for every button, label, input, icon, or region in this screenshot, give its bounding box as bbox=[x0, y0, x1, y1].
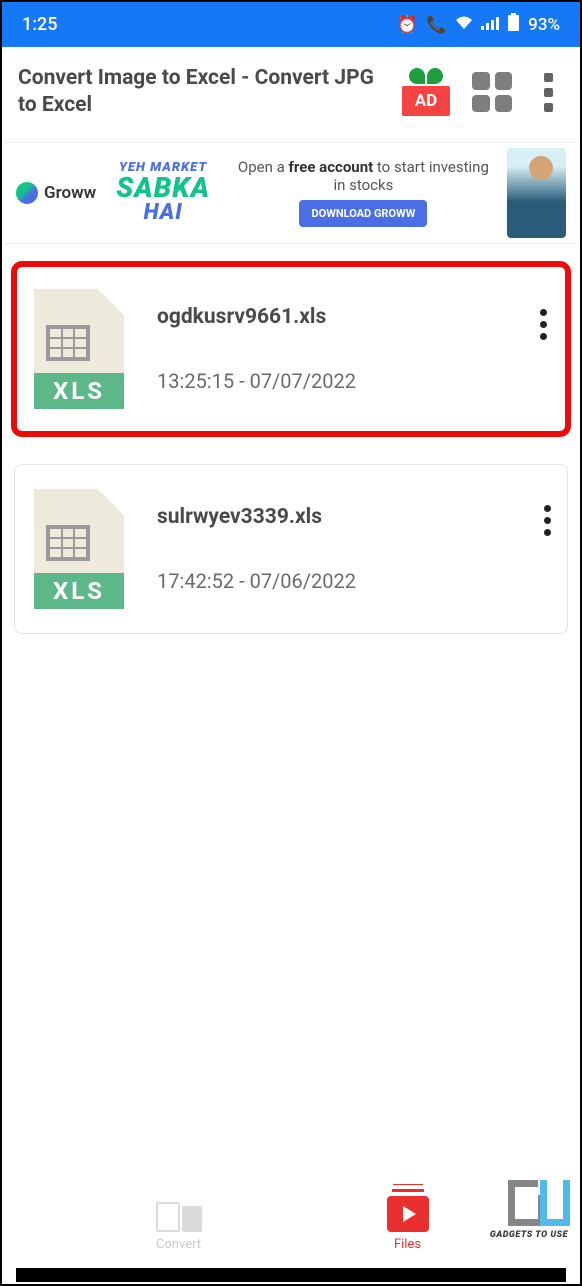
convert-icon bbox=[154, 1196, 204, 1232]
xls-file-icon: XLS bbox=[29, 489, 129, 609]
gesture-bar bbox=[16, 1268, 566, 1282]
ad-banner[interactable]: Groww YEH MARKET SABKA HAI Open a free a… bbox=[4, 142, 578, 244]
files-icon bbox=[387, 1196, 429, 1232]
download-groww-button[interactable]: DOWNLOAD GROWW bbox=[299, 200, 427, 227]
file-meta: 17:42:52 - 07/06/2022 bbox=[157, 569, 553, 593]
groww-circle-icon bbox=[16, 182, 38, 204]
groww-brand: Groww bbox=[44, 183, 96, 203]
header-more-button[interactable] bbox=[544, 72, 556, 112]
app-header: Convert Image to Excel - Convert JPG to … bbox=[2, 47, 580, 140]
banner-person-image bbox=[507, 148, 566, 238]
battery-icon bbox=[507, 13, 520, 36]
nav-files[interactable]: Files bbox=[387, 1196, 429, 1252]
status-time: 1:25 bbox=[22, 14, 57, 35]
battery-percent: 93% bbox=[528, 15, 560, 35]
status-icons: ⏰ 📞 93% bbox=[397, 13, 560, 36]
alarm-icon: ⏰ bbox=[397, 15, 418, 35]
signal-icon bbox=[481, 15, 499, 35]
file-list: XLS ogdkusrv9661.xls 13:25:15 - 07/07/20… bbox=[2, 246, 580, 634]
groww-logo: Groww bbox=[16, 182, 96, 204]
file-info: ogdkusrv9661.xls 13:25:15 - 07/07/2022 bbox=[157, 305, 553, 393]
file-more-button[interactable] bbox=[536, 305, 551, 344]
file-name: ogdkusrv9661.xls bbox=[157, 305, 553, 329]
status-bar: 1:25 ⏰ 📞 93% bbox=[2, 2, 580, 47]
file-card-0[interactable]: XLS ogdkusrv9661.xls 13:25:15 - 07/07/20… bbox=[14, 264, 568, 434]
xls-file-icon: XLS bbox=[29, 289, 129, 409]
banner-cta: Open a free account to start investing i… bbox=[230, 158, 497, 227]
banner-tagline: YEH MARKET SABKA HAI bbox=[116, 161, 210, 224]
bottom-nav: Convert Files bbox=[2, 1184, 580, 1264]
ad-label: AD bbox=[402, 86, 450, 116]
file-more-button[interactable] bbox=[544, 505, 551, 536]
file-card-1[interactable]: XLS sulrwyev3339.xls 17:42:52 - 07/06/20… bbox=[14, 464, 568, 634]
call-icon: 📞 bbox=[426, 15, 447, 35]
file-meta: 13:25:15 - 07/07/2022 bbox=[157, 369, 553, 393]
app-title: Convert Image to Excel - Convert JPG to … bbox=[18, 65, 384, 120]
ad-gift-button[interactable]: AD bbox=[396, 68, 456, 116]
wifi-icon bbox=[455, 15, 473, 35]
file-name: sulrwyev3339.xls bbox=[157, 505, 553, 529]
nav-convert[interactable]: Convert bbox=[154, 1196, 204, 1252]
gift-bow-icon bbox=[406, 68, 446, 86]
file-info: sulrwyev3339.xls 17:42:52 - 07/06/2022 bbox=[157, 505, 553, 593]
grid-view-button[interactable] bbox=[468, 68, 516, 116]
